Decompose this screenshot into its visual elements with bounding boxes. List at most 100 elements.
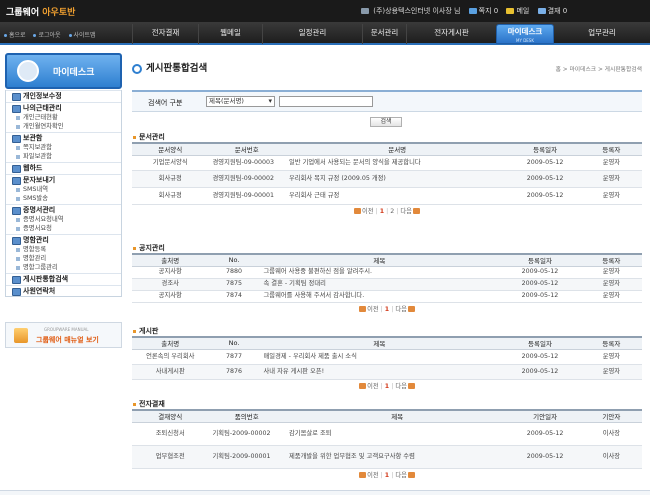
row-title-link[interactable]: 우리회사 복지 규정 (2009.05 개정) [285, 170, 510, 188]
note-count[interactable]: 쪽지 0 [479, 7, 499, 15]
tab-board[interactable]: 전자게시판 [406, 24, 496, 44]
mail-link[interactable]: 메일 [516, 7, 529, 15]
mail-icon[interactable] [506, 8, 515, 14]
approval-count[interactable]: 결재 0 [548, 7, 568, 15]
page-link[interactable]: 1 [385, 383, 389, 390]
sidebar-subitem[interactable]: 쪽지보관함 [6, 143, 121, 152]
table-cell: 운영자 [580, 278, 642, 291]
next-arrow-icon[interactable] [412, 207, 420, 214]
sidebar-item[interactable]: 문자보내기 [6, 174, 121, 185]
row-title-link[interactable]: 속 결혼 - 기획팀 정대리 [259, 278, 500, 291]
next-arrow-icon[interactable] [407, 382, 415, 389]
tab-work[interactable]: 업무관리 [554, 24, 650, 44]
sidebar-subitem[interactable]: 명함등록 [6, 245, 121, 254]
table-cell: 조퇴신청서 [132, 422, 209, 446]
sidebar-item[interactable]: 나의근태관리 [6, 102, 121, 113]
column-header: 기안자 [580, 409, 642, 423]
sitemap-link[interactable]: 사이트맵 [69, 32, 96, 39]
table-cell: 회사규정 [132, 187, 209, 205]
logout-link[interactable]: 로그아웃 [33, 32, 60, 39]
prev-link[interactable]: 이전 [367, 306, 379, 313]
tab-approval[interactable]: 전자결재 [132, 24, 198, 44]
table-cell: 이사장 [580, 422, 642, 446]
page-link[interactable]: 2 [390, 208, 394, 215]
table-row[interactable]: 사내게시판 7876 사내 자유 게시판 오픈! 2009-05-12 운영자 [132, 364, 642, 380]
note-icon[interactable] [468, 8, 477, 14]
sidebar-subitem[interactable]: 증명서요청 [6, 224, 121, 233]
row-title-link[interactable]: 일반 기업에서 사용되는 문서의 양식을 제공합니다 [285, 155, 510, 171]
search-button[interactable]: 검색 [370, 117, 402, 127]
table-cell: 운영자 [580, 187, 642, 205]
prev-arrow-icon[interactable] [359, 305, 367, 312]
row-title-link[interactable]: 우리회사 근태 규정 [285, 187, 510, 205]
table-row[interactable]: 언론속의 우리회사 7877 매일경제 - 우리회사 제품 출시 소식 2009-05… [132, 349, 642, 365]
home-link[interactable]: 홈으로 [4, 32, 26, 39]
table-cell: 언론속의 우리회사 [132, 349, 209, 365]
user-area: (주)상용텍스인터넷 이사장 님 쪽지 0 메일 결재 0 [355, 6, 567, 16]
sidebar-item[interactable]: 증명서관리 [6, 204, 121, 215]
next-link[interactable]: 다음 [395, 306, 407, 313]
row-title-link[interactable]: 매일경제 - 우리회사 제품 출시 소식 [259, 349, 500, 365]
sidebar-item[interactable]: 웹하드 [6, 162, 121, 173]
table-cell: 2009-05-12 [509, 187, 581, 205]
table-row[interactable]: 공지사항 7874 그룹웨어를 사용해 주셔서 감사합니다. 2009-05-12 운영… [132, 290, 642, 303]
table-row[interactable]: 기업문서양식 경영지원팀-09-00003 일반 기업에서 사용되는 문서의 양식을… [132, 155, 642, 171]
row-title-link[interactable]: 제품개발을 위한 업무협조 및 고객요구사항 수렴 [285, 445, 510, 469]
tab-documents[interactable]: 문서관리 [362, 24, 406, 44]
page-link[interactable]: 1 [380, 208, 384, 215]
sidebar-subitem[interactable]: 증명서요청내역 [6, 215, 121, 224]
sidebar-item[interactable]: 사원연락처 [6, 285, 121, 296]
table-row[interactable]: 조퇴신청서 기획팀-2009-00002 감기몸살로 조퇴 2009-05-12 이사장 [132, 422, 642, 446]
table-cell: 운영자 [580, 349, 642, 365]
table-row[interactable]: 업무협조전 기획팀-2009-00001 제품개발을 위한 업무협조 및 고객요구사… [132, 445, 642, 469]
row-title-link[interactable]: 사내 자유 게시판 오픈! [259, 364, 500, 380]
sidebar-subitem[interactable]: SMS발송 [6, 194, 121, 203]
tab-schedule[interactable]: 일정관리 [262, 24, 362, 44]
pagination: 이전 | 1 | 다음 [132, 305, 642, 315]
next-arrow-icon[interactable] [407, 305, 415, 312]
prev-link[interactable]: 이전 [362, 208, 374, 215]
search-type-select[interactable]: 제목(문서명) [206, 96, 275, 107]
tab-mydesk[interactable]: 마이데스크 MY DESK [496, 24, 554, 44]
table-row[interactable]: 회사규정 경영지원팀-09-00001 우리회사 근태 규정 2009-05-12 운영… [132, 187, 642, 205]
approval-icon[interactable] [537, 8, 546, 14]
table-cell: 2009-05-12 [499, 364, 581, 380]
next-link[interactable]: 다음 [395, 472, 407, 479]
table-row[interactable]: 회사규정 경영지원팀-09-00002 우리회사 복지 규정 (2009.05 개정… [132, 170, 642, 188]
manual-banner[interactable]: GROUPWARE MANUAL 그룹웨어 매뉴얼 보기 [5, 322, 122, 348]
sidebar-item[interactable]: 게시판통합검색 [6, 273, 121, 284]
table-row[interactable]: 경조사 7875 속 결혼 - 기획팀 정대리 2009-05-12 운영자 [132, 278, 642, 291]
next-link[interactable]: 다음 [395, 383, 407, 390]
sidebar-subitem[interactable]: 개인월연차확인 [6, 122, 121, 131]
tab-webmail[interactable]: 웹메일 [198, 24, 262, 44]
sidebar-subitem[interactable]: SMS내역 [6, 185, 121, 194]
sidebar-item[interactable]: 보관함 [6, 132, 121, 143]
table-cell: 운영자 [580, 266, 642, 279]
sidebar-item[interactable]: 명함관리 [6, 234, 121, 245]
sidebar-subitem[interactable]: 명함그룹관리 [6, 263, 121, 272]
table-row[interactable]: 공지사항 7880 그룹웨어 사용중 불편하신 점을 알려주시. 2009-05-12… [132, 266, 642, 279]
page-link[interactable]: 1 [385, 472, 389, 479]
sidebar-subitem[interactable]: 파일보관함 [6, 152, 121, 161]
sidebar-header: 마이데스크 [5, 53, 122, 89]
prev-link[interactable]: 이전 [367, 472, 379, 479]
sidebar-subitem[interactable]: 개인근태현황 [6, 113, 121, 122]
column-header: 출처명 [132, 336, 209, 350]
row-title-link[interactable]: 그룹웨어 사용중 불편하신 점을 알려주시. [259, 266, 500, 279]
sidebar-subitem[interactable]: 명함관리 [6, 254, 121, 263]
logo[interactable]: 그룹웨어 아우토반 [6, 5, 75, 18]
sidebar-item[interactable]: 개인정보수정 [6, 90, 121, 101]
pager-divider: | [391, 471, 394, 479]
row-title-link[interactable]: 그룹웨어를 사용해 주셔서 감사합니다. [259, 290, 500, 303]
next-arrow-icon[interactable] [407, 471, 415, 478]
next-link[interactable]: 다음 [400, 208, 412, 215]
prev-arrow-icon[interactable] [359, 471, 367, 478]
prev-link[interactable]: 이전 [367, 383, 379, 390]
page-link[interactable]: 1 [385, 306, 389, 313]
search-box: 검색어 구분 제목(문서명) [132, 90, 642, 112]
prev-arrow-icon[interactable] [359, 382, 367, 389]
search-input[interactable] [279, 96, 373, 107]
result-section: 전자결재 결재양식 품의번호 제목 기안일자 기안자 조퇴신청서 기획팀-2009-00002… [132, 399, 642, 481]
prev-arrow-icon[interactable] [354, 207, 362, 214]
row-title-link[interactable]: 감기몸살로 조퇴 [285, 422, 510, 446]
